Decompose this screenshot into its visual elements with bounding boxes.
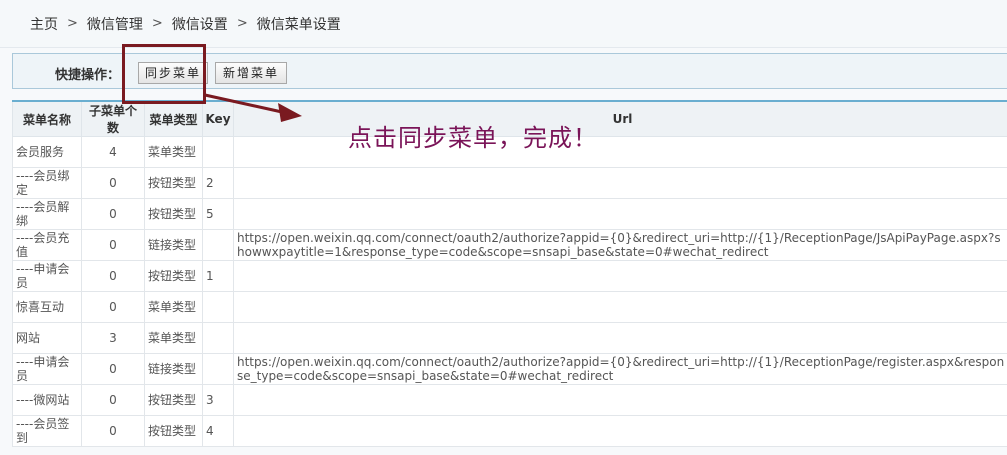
cell-menu-type: 按钮类型 xyxy=(144,415,203,447)
cell-menu-type: 按钮类型 xyxy=(144,260,203,292)
cell-url xyxy=(233,198,1007,230)
page: 主页 > 微信管理 > 微信设置 > 微信菜单设置 快捷操作： 同步菜单 新增菜… xyxy=(0,0,1007,455)
header-key: Key xyxy=(202,100,234,137)
table-row[interactable]: ----会员签到 0 按钮类型 4 xyxy=(12,415,1007,447)
cell-menu-name: 网站 xyxy=(12,322,82,354)
cell-menu-name: 惊喜互动 xyxy=(12,291,82,323)
cell-submenu-count: 0 xyxy=(81,198,145,230)
table-body: 会员服务 4 菜单类型 ----会员绑定 0 按钮类型 2 ----会员解绑 0 按钮类型 5 ---… xyxy=(12,136,1007,447)
header-menu-name: 菜单名称 xyxy=(12,100,82,137)
cell-key: 4 xyxy=(202,415,234,447)
table-row[interactable]: ----申请会员 0 链接类型 https://open.weixin.qq.com/… xyxy=(12,353,1007,385)
cell-url xyxy=(233,415,1007,447)
cell-menu-type: 按钮类型 xyxy=(144,167,203,199)
cell-url xyxy=(233,384,1007,416)
cell-menu-type: 菜单类型 xyxy=(144,136,203,168)
cell-submenu-count: 0 xyxy=(81,291,145,323)
cell-key xyxy=(202,291,234,323)
header-menu-type: 菜单类型 xyxy=(144,100,203,137)
sync-menu-button[interactable]: 同步菜单 xyxy=(138,62,208,84)
cell-menu-name: ----申请会员 xyxy=(12,260,82,292)
cell-menu-name: ----申请会员 xyxy=(12,353,82,385)
breadcrumb-separator: > xyxy=(236,16,248,31)
cell-menu-name: 会员服务 xyxy=(12,136,82,168)
cell-url: https://open.weixin.qq.com/connect/oauth… xyxy=(233,229,1007,261)
cell-url xyxy=(233,167,1007,199)
cell-key: 1 xyxy=(202,260,234,292)
cell-menu-name: ----会员签到 xyxy=(12,415,82,447)
breadcrumb-separator: > xyxy=(151,16,163,31)
quick-ops-bar: 快捷操作： 同步菜单 新增菜单 xyxy=(12,53,1007,89)
cell-url xyxy=(233,260,1007,292)
cell-menu-type: 菜单类型 xyxy=(144,291,203,323)
cell-submenu-count: 0 xyxy=(81,415,145,447)
breadcrumb-current-page: 微信菜单设置 xyxy=(256,16,341,33)
cell-submenu-count: 0 xyxy=(81,384,145,416)
breadcrumb-wechat-settings[interactable]: 微信设置 xyxy=(172,14,228,34)
cell-menu-type: 按钮类型 xyxy=(144,384,203,416)
cell-submenu-count: 4 xyxy=(81,136,145,168)
quick-ops-label: 快捷操作： xyxy=(55,68,121,83)
cell-menu-type: 链接类型 xyxy=(144,353,203,385)
breadcrumb-separator: > xyxy=(67,16,78,31)
cell-url xyxy=(233,291,1007,323)
cell-submenu-count: 0 xyxy=(81,229,145,261)
cell-submenu-count: 0 xyxy=(81,260,145,292)
cell-key: 2 xyxy=(202,167,234,199)
cell-submenu-count: 0 xyxy=(81,353,145,385)
cell-key xyxy=(202,229,234,261)
cell-key xyxy=(202,136,234,168)
table-row[interactable]: ----会员绑定 0 按钮类型 2 xyxy=(12,167,1007,199)
cell-menu-type: 按钮类型 xyxy=(144,198,203,230)
cell-key: 3 xyxy=(202,384,234,416)
cell-submenu-count: 3 xyxy=(81,322,145,354)
cell-key xyxy=(202,322,234,354)
annotation-text: 点击同步菜单，完成！ xyxy=(348,124,598,152)
cell-menu-type: 菜单类型 xyxy=(144,322,203,354)
cell-url: https://open.weixin.qq.com/connect/oauth… xyxy=(233,353,1007,385)
table-row[interactable]: ----申请会员 0 按钮类型 1 xyxy=(12,260,1007,292)
table-row[interactable]: 网站 3 菜单类型 xyxy=(12,322,1007,354)
cell-menu-type: 链接类型 xyxy=(144,229,203,261)
cell-menu-name: ----会员解绑 xyxy=(12,198,82,230)
cell-menu-name: ----会员绑定 xyxy=(12,167,82,199)
table-row[interactable]: 惊喜互动 0 菜单类型 xyxy=(12,291,1007,323)
header-submenu-count: 子菜单个数 xyxy=(81,100,145,137)
breadcrumb: 主页 > 微信管理 > 微信设置 > 微信菜单设置 xyxy=(0,0,1007,48)
cell-menu-name: ----会员充值 xyxy=(12,229,82,261)
add-menu-button[interactable]: 新增菜单 xyxy=(215,62,287,84)
cell-url xyxy=(233,322,1007,354)
breadcrumb-home[interactable]: 主页 xyxy=(30,14,58,34)
breadcrumb-wechat-manage[interactable]: 微信管理 xyxy=(87,14,143,34)
cell-menu-name: ----微网站 xyxy=(12,384,82,416)
cell-key xyxy=(202,353,234,385)
table-row[interactable]: ----会员充值 0 链接类型 https://open.weixin.qq.com/… xyxy=(12,229,1007,261)
table-row[interactable]: ----会员解绑 0 按钮类型 5 xyxy=(12,198,1007,230)
cell-submenu-count: 0 xyxy=(81,167,145,199)
cell-key: 5 xyxy=(202,198,234,230)
table-row[interactable]: ----微网站 0 按钮类型 3 xyxy=(12,384,1007,416)
